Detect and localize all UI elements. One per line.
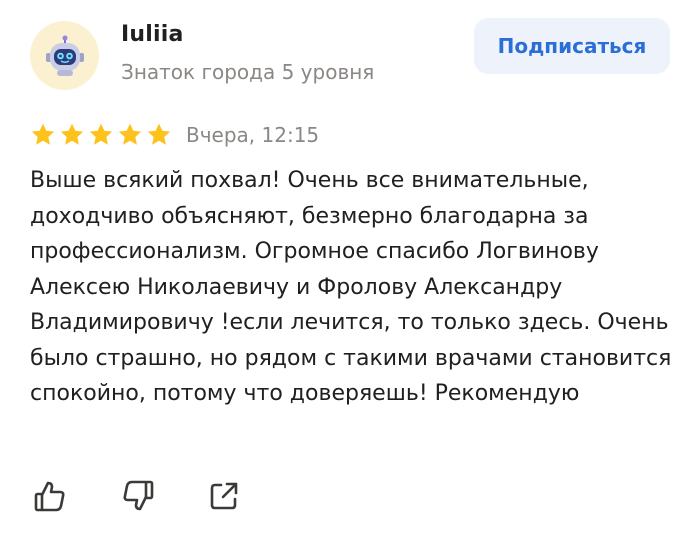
author-avatar[interactable] [30,21,99,90]
robot-avatar-icon [45,35,84,76]
dislike-button[interactable] [118,476,158,516]
author-name[interactable]: Iuliia [121,22,184,47]
subscribe-button[interactable]: Подписаться [474,18,670,74]
like-button[interactable] [30,476,70,516]
author-level: Знаток города 5 уровня [121,60,375,84]
share-button[interactable] [204,476,244,516]
star-icon [89,123,113,145]
star-icon [147,123,171,145]
rating-row: Вчера, 12:15 [30,120,319,150]
star-icon [31,123,55,145]
thumbs-up-icon [34,481,65,512]
star-icon [118,123,142,145]
review-actions [30,476,244,516]
star-icon [60,123,84,145]
thumbs-down-icon [123,480,154,511]
rating-stars [30,122,172,148]
review-card: Iuliia Знаток города 5 уровня Подписатьс… [0,0,700,544]
review-text: Выше всякий похвал! Очень все внимательн… [30,168,672,406]
review-date: Вчера, 12:15 [186,123,320,147]
share-icon [210,482,238,510]
